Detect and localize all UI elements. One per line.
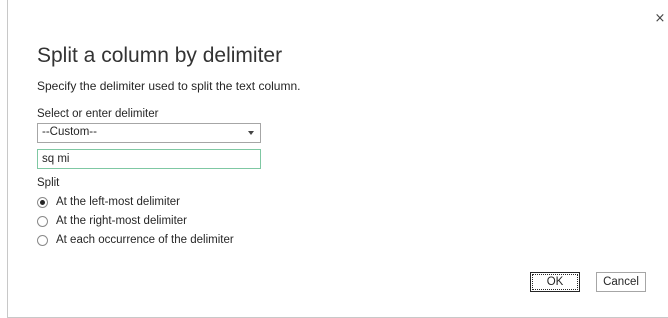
delimiter-label: Select or enter delimiter [37, 108, 159, 120]
radio-right-most[interactable]: At the right-most delimiter [37, 214, 187, 228]
split-label: Split [37, 177, 60, 189]
delimiter-select-value: --Custom-- [42, 126, 97, 138]
ok-button[interactable]: OK [530, 272, 580, 292]
chevron-down-icon [248, 131, 254, 135]
dialog-subtitle: Specify the delimiter used to split the … [37, 79, 301, 93]
close-icon[interactable]: × [654, 12, 666, 26]
radio-button[interactable] [37, 234, 48, 246]
delimiter-select[interactable]: --Custom-- [37, 123, 261, 143]
radio-left-most[interactable]: At the left-most delimiter [37, 195, 180, 209]
radio-button-checked[interactable] [37, 196, 48, 208]
custom-delimiter-input[interactable] [37, 149, 261, 169]
cancel-button[interactable]: Cancel [596, 272, 646, 292]
split-column-dialog: × Split a column by delimiter Specify th… [7, 0, 668, 318]
radio-label-right-most: At the right-most delimiter [56, 215, 188, 227]
radio-label-each-occurrence: At each occurrence of the delimiter [56, 234, 234, 246]
dialog-title: Split a column by delimiter [37, 44, 283, 67]
radio-each-occurrence[interactable]: At each occurrence of the delimiter [37, 233, 234, 247]
radio-button[interactable] [37, 215, 48, 227]
radio-label-left-most: At the left-most delimiter [56, 196, 180, 208]
